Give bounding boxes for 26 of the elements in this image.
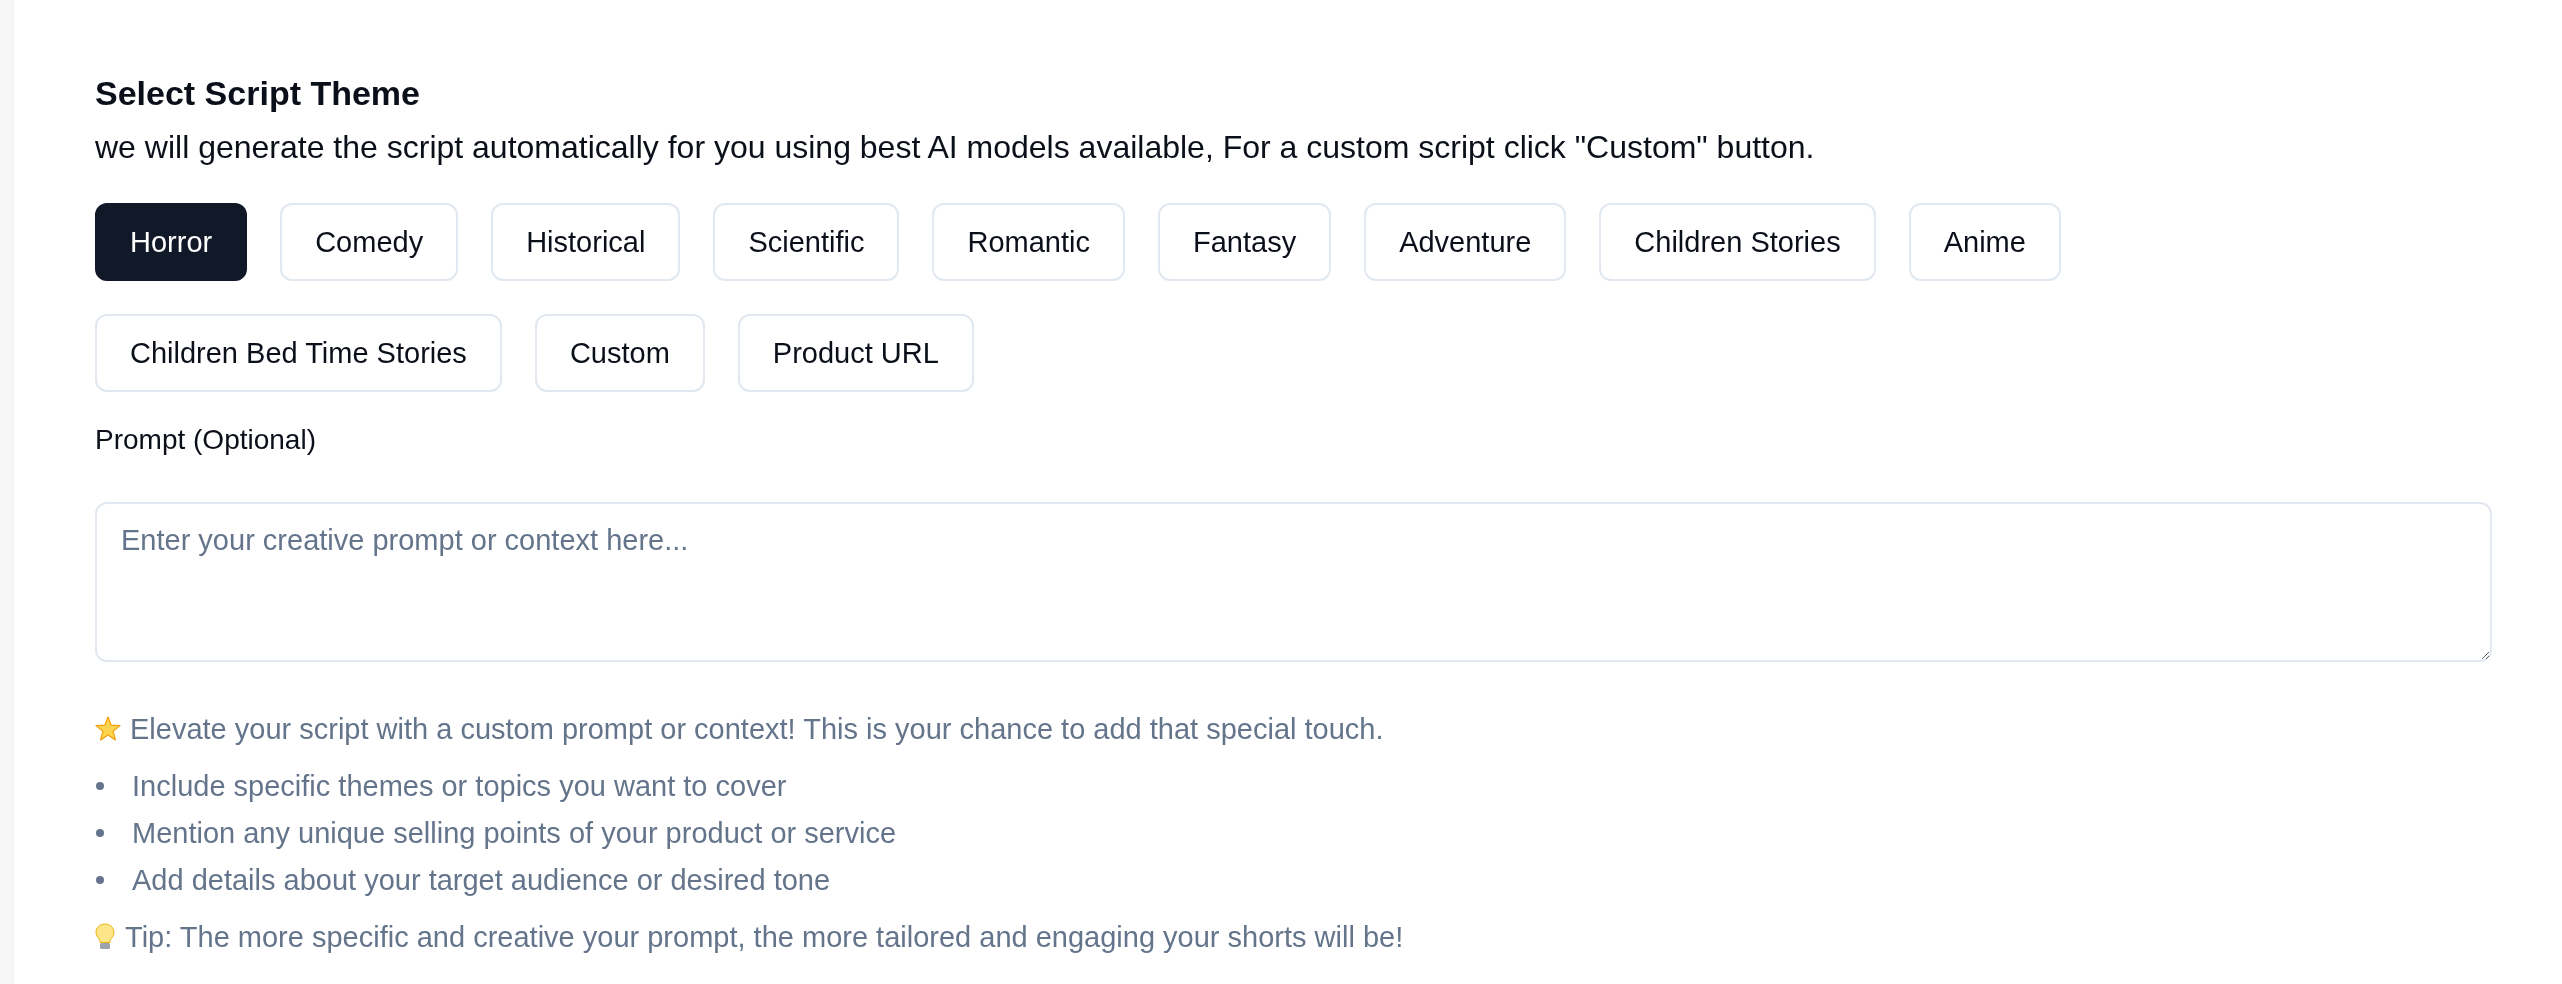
theme-button[interactable]: Custom [534, 314, 705, 392]
helper-text: Elevate your script with a custom prompt or context! This is your chance to add that special touch. [130, 712, 1384, 747]
theme-button[interactable]: Fantasy [1157, 203, 1332, 281]
bullet-icon [96, 829, 104, 837]
tip-list-item: Mention any unique selling points of your product or service [132, 816, 897, 851]
theme-button[interactable]: Romantic [932, 203, 1125, 281]
tip-text: Tip: The more specific and creative your prompt, the more tailored and engaging your shorts will be! [125, 920, 1404, 955]
theme-button[interactable]: Product URL [737, 314, 974, 392]
theme-button[interactable]: Anime [1908, 203, 2061, 281]
bullet-icon [96, 782, 104, 790]
section-description: we will generate the script automatically for you using best AI models available, For a custom script click "Custom" button. [95, 128, 1815, 167]
tip-list-item: Add details about your target audience or desired tone [132, 863, 831, 898]
star-icon [95, 716, 121, 742]
theme-button[interactable]: Comedy [280, 203, 459, 281]
theme-button[interactable]: Horror [95, 203, 248, 281]
bullet-icon [96, 876, 104, 884]
prompt-label: Prompt (Optional) [95, 423, 316, 457]
tip-list-item: Include specific themes or topics you want to cover [132, 769, 787, 804]
theme-button[interactable]: Adventure [1364, 203, 1567, 281]
theme-button[interactable]: Historical [491, 203, 681, 281]
prompt-textarea[interactable]: Enter your creative prompt or context here... [95, 502, 2492, 662]
theme-button[interactable]: Children Bed Time Stories [95, 314, 502, 392]
theme-button[interactable]: Scientific [713, 203, 900, 281]
lightbulb-icon [95, 923, 115, 951]
theme-button[interactable]: Children Stories [1599, 203, 1876, 281]
section-title: Select Script Theme [95, 73, 420, 114]
